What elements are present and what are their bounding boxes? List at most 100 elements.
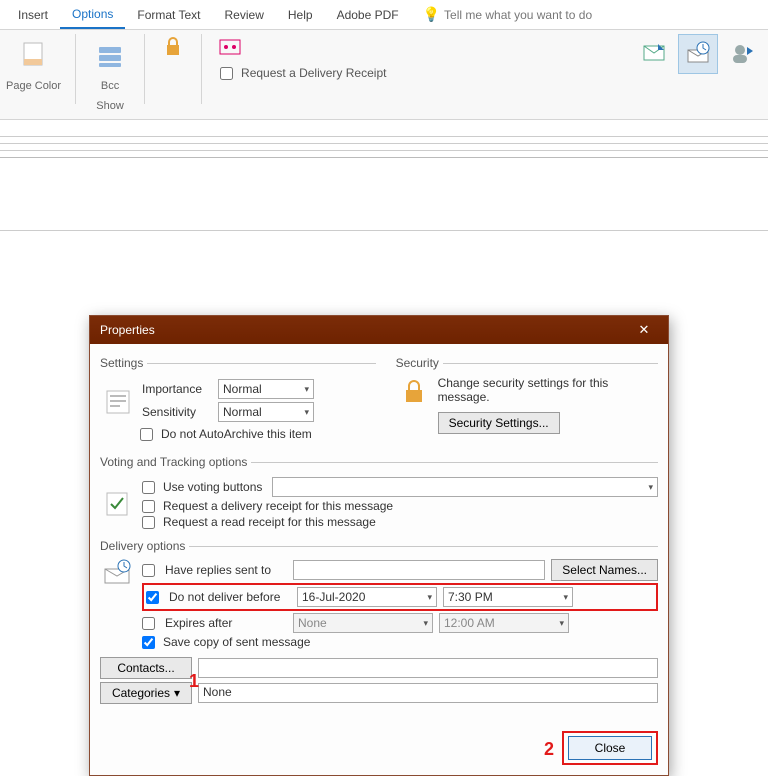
bcc-icon — [97, 43, 123, 69]
chevron-down-icon: ▾ — [174, 686, 180, 700]
permission-lock-button[interactable] — [159, 34, 187, 60]
expires-after-checkbox[interactable] — [142, 617, 155, 630]
annotation-2: 2 — [544, 739, 554, 760]
select-names-button[interactable]: Select Names... — [551, 559, 658, 581]
tab-adobe-pdf[interactable]: Adobe PDF — [325, 2, 411, 28]
chevron-down-icon: ▾ — [563, 592, 568, 603]
ribbon-right-group — [634, 34, 762, 74]
ribbon-group-bcc: Bcc Show — [90, 34, 130, 112]
chevron-down-icon: ▾ — [304, 384, 309, 395]
ribbon-body: Page Color Bcc Show Request a Delivery R… — [0, 30, 768, 120]
security-desc: Change security settings for this messag… — [438, 376, 658, 404]
ribbon-separator — [144, 34, 145, 104]
voting-buttons-button[interactable] — [216, 34, 244, 60]
chevron-down-icon: ▾ — [559, 618, 564, 629]
request-delivery-receipt-checkbox[interactable]: Request a Delivery Receipt — [216, 62, 390, 84]
expires-date-value: None — [298, 616, 327, 630]
bcc-label: Bcc — [101, 80, 119, 92]
properties-dialog: Properties ✕ Settings Importance Normal ▾ — [89, 315, 669, 776]
delay-delivery-icon — [685, 41, 711, 67]
expires-time-combo[interactable]: 12:00 AM ▾ — [439, 613, 569, 633]
expires-date-combo[interactable]: None ▾ — [293, 613, 433, 633]
ribbon-group-tracking: Request a Delivery Receipt — [216, 34, 390, 84]
save-copy-label: Save copy of sent message — [163, 635, 310, 649]
bcc-button[interactable] — [90, 34, 130, 78]
delivery-receipt-check[interactable] — [220, 67, 233, 80]
voting-combo[interactable]: ▾ — [272, 477, 658, 497]
do-not-deliver-label: Do not deliver before — [169, 590, 291, 604]
have-replies-checkbox[interactable] — [142, 564, 155, 577]
dialog-close-x[interactable]: ✕ — [628, 322, 660, 338]
ribbon-group-pagecolor: Page Color — [6, 34, 61, 92]
dialog-titlebar: Properties ✕ — [90, 316, 668, 344]
page-color-button[interactable] — [14, 34, 54, 78]
tell-me-search[interactable]: 💡 Tell me what you want to do — [423, 6, 593, 23]
save-sent-icon — [641, 41, 667, 67]
delivery-options-group: Delivery options Have replies sent to Se… — [100, 539, 658, 707]
autoarchive-checkbox[interactable] — [140, 428, 153, 441]
ribbon-tabstrip: Insert Options Format Text Review Help A… — [0, 0, 768, 30]
tab-options[interactable]: Options — [60, 1, 125, 29]
contacts-input[interactable] — [198, 658, 658, 678]
chevron-down-icon: ▾ — [304, 407, 309, 418]
sensitivity-combo[interactable]: Normal ▾ — [218, 402, 314, 422]
use-voting-label: Use voting buttons — [163, 480, 262, 494]
tell-me-label: Tell me what you want to do — [444, 8, 592, 22]
save-copy-checkbox[interactable] — [142, 636, 155, 649]
request-delivery-label: Request a delivery receipt for this mess… — [163, 499, 393, 513]
do-not-deliver-checkbox[interactable] — [146, 591, 159, 604]
deliver-date-combo[interactable]: 16-Jul-2020 ▾ — [297, 587, 437, 607]
security-settings-button[interactable]: Security Settings... — [438, 412, 560, 434]
autoarchive-label: Do not AutoArchive this item — [161, 427, 312, 441]
voting-tracking-group: Voting and Tracking options Use voting b… — [100, 455, 658, 531]
settings-legend: Settings — [100, 356, 147, 370]
sensitivity-value: Normal — [223, 405, 262, 419]
security-legend: Security — [396, 356, 443, 370]
expires-time-value: 12:00 AM — [444, 616, 495, 630]
sensitivity-label: Sensitivity — [142, 405, 212, 419]
vote-icon — [219, 37, 241, 57]
close-button[interactable]: Close — [568, 736, 652, 760]
ribbon-separator — [75, 34, 76, 104]
tab-help[interactable]: Help — [276, 2, 325, 28]
categories-value: None — [203, 685, 232, 699]
direct-replies-button[interactable] — [722, 34, 762, 74]
request-read-label: Request a read receipt for this message — [163, 515, 376, 529]
request-delivery-checkbox[interactable] — [142, 500, 155, 513]
do-not-deliver-highlight: Do not deliver before 16-Jul-2020 ▾ 7:30 … — [142, 583, 658, 611]
delay-delivery-button[interactable] — [678, 34, 718, 74]
ribbon-group-permissions — [159, 34, 187, 60]
categories-value-box[interactable]: None — [198, 683, 658, 703]
chevron-down-icon: ▾ — [423, 618, 428, 629]
have-replies-input[interactable] — [293, 560, 545, 580]
security-group: Security Change security settings for th… — [396, 356, 658, 443]
request-read-checkbox[interactable] — [142, 516, 155, 529]
bulb-icon: 💡 — [423, 6, 440, 23]
save-sent-button[interactable] — [634, 34, 674, 74]
deliver-time-value: 7:30 PM — [448, 590, 493, 604]
voting-legend: Voting and Tracking options — [100, 455, 251, 469]
padlock-icon — [401, 378, 427, 406]
chevron-down-icon: ▾ — [427, 592, 432, 603]
document-lines — [0, 120, 768, 231]
deliver-date-value: 16-Jul-2020 — [302, 590, 365, 604]
categories-button[interactable]: Categories ▾ — [100, 682, 192, 704]
annotation-1: 1 — [189, 671, 199, 692]
importance-combo[interactable]: Normal▾ — [218, 379, 314, 399]
lock-icon — [163, 36, 183, 58]
page-color-icon — [21, 41, 47, 71]
tab-insert[interactable]: Insert — [6, 2, 60, 28]
importance-label: Importance — [142, 382, 212, 396]
settings-group: Settings Importance Normal▾ Sens — [100, 356, 376, 443]
use-voting-checkbox[interactable] — [142, 481, 155, 494]
settings-icon — [100, 386, 136, 416]
close-highlight: Close — [562, 731, 658, 765]
delivery-icon — [100, 559, 136, 585]
tab-review[interactable]: Review — [213, 2, 276, 28]
dialog-title: Properties — [100, 323, 155, 337]
page-color-label: Page Color — [6, 80, 61, 92]
ribbon-separator — [201, 34, 202, 104]
contacts-button[interactable]: Contacts... — [100, 657, 192, 679]
tab-format-text[interactable]: Format Text — [125, 2, 212, 28]
deliver-time-combo[interactable]: 7:30 PM ▾ — [443, 587, 573, 607]
